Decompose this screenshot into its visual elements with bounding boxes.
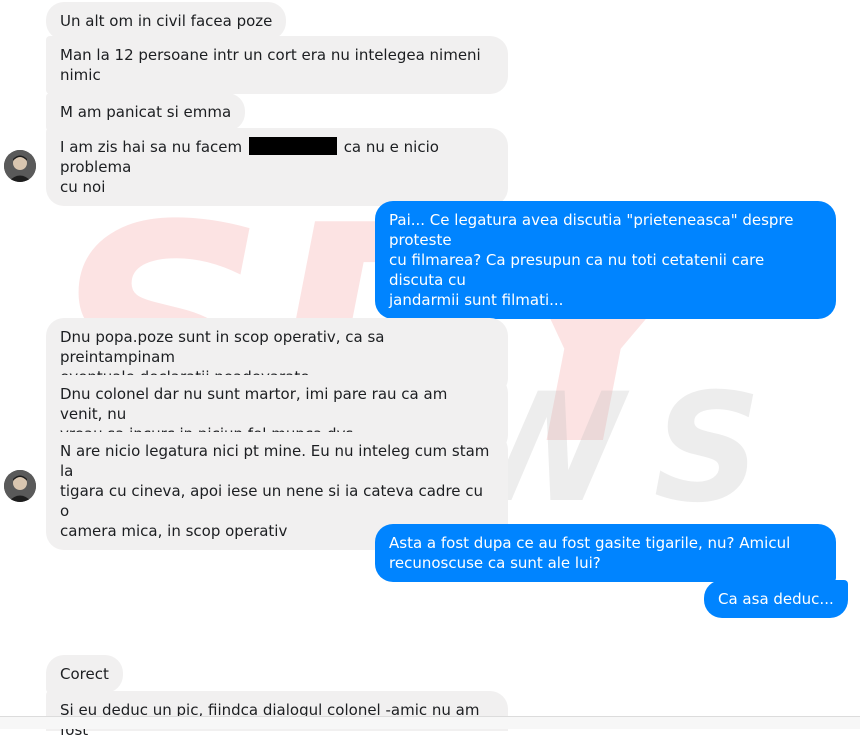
message-text: Ca asa deduc... (718, 590, 834, 608)
composer-bar (0, 717, 860, 729)
message-text: Un alt om in civil facea poze (60, 12, 273, 30)
avatar[interactable] (4, 470, 36, 502)
avatar[interactable] (4, 150, 36, 182)
person-icon (4, 150, 36, 182)
message-text: M am panicat si emma (60, 103, 232, 121)
message-text: Asta a fost dupa ce au fost gasite tigar… (389, 534, 791, 572)
message-text: I am zis hai sa nu facem (60, 138, 247, 156)
message-bubble-incoming: I am zis hai sa nu facem ca nu e nicio p… (46, 128, 508, 206)
message-text: Man la 12 persoane intr un cort era nu i… (60, 46, 481, 84)
redaction-bar (248, 137, 337, 155)
message-bubble-incoming: Man la 12 persoane intr un cort era nu i… (46, 36, 508, 94)
message-bubble-incoming: Un alt om in civil facea poze (46, 2, 287, 40)
person-icon (4, 470, 36, 502)
message-bubble-incoming: Corect (46, 655, 123, 693)
message-bubble-outgoing: Ca asa deduc... (704, 580, 848, 618)
message-bubble-outgoing: Asta a fost dupa ce au fost gasite tigar… (375, 524, 836, 582)
message-text: Pai... Ce legatura avea discutia "priete… (389, 211, 794, 309)
message-bubble-outgoing: Pai... Ce legatura avea discutia "priete… (375, 201, 836, 319)
message-bubble-incoming: M am panicat si emma (46, 93, 246, 131)
message-text: Corect (60, 665, 109, 683)
